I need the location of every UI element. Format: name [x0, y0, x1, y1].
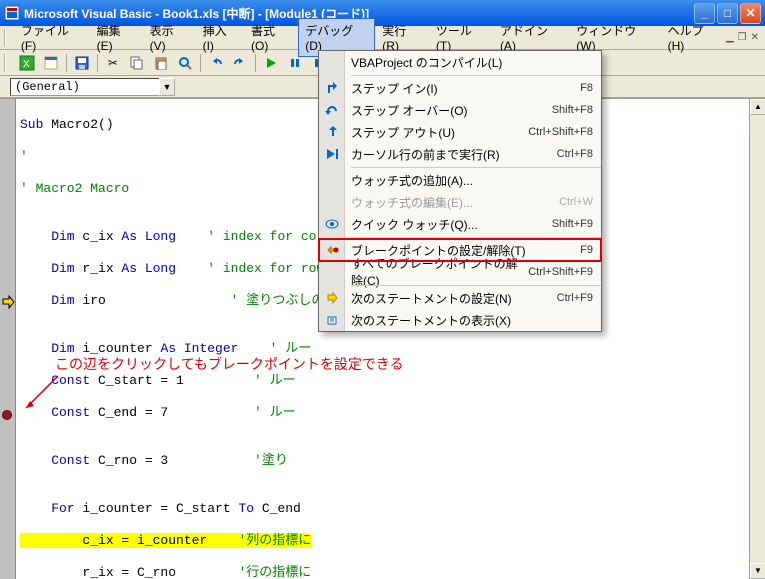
mdi-close-button[interactable]: ✕ — [751, 32, 759, 43]
run-button[interactable] — [260, 52, 282, 74]
menu-add-watch[interactable]: ウォッチ式の追加(A)... — [319, 169, 601, 191]
annotation-arrow-icon — [20, 374, 62, 414]
svg-text:X: X — [23, 59, 30, 70]
menu-run-to-cursor[interactable]: カーソル行の前まで実行(R)Ctrl+F8 — [319, 143, 601, 165]
menu-set-next[interactable]: 次のステートメントの設定(N)Ctrl+F9 — [319, 287, 601, 309]
quick-watch-icon — [325, 217, 339, 231]
menu-help[interactable]: ヘルプ(H) — [661, 18, 726, 57]
code-gutter[interactable] — [0, 99, 16, 579]
breakpoint-toggle-icon — [325, 243, 339, 257]
set-next-icon — [326, 292, 338, 304]
menu-quick-watch[interactable]: クイック ウォッチ(Q)...Shift+F9 — [319, 213, 601, 235]
debug-menu-popup: VBAProject のコンパイル(L) ステップ イン(I)F8 ステップ オ… — [318, 50, 602, 332]
find-button[interactable] — [174, 52, 196, 74]
save-button[interactable] — [71, 52, 93, 74]
current-line-arrow-icon — [1, 295, 15, 309]
menu-step-out[interactable]: ステップ アウト(U)Ctrl+Shift+F8 — [319, 121, 601, 143]
mdi-minimize-button[interactable]: ▁ — [726, 32, 734, 43]
break-button[interactable] — [284, 52, 306, 74]
grip-handle[interactable] — [4, 54, 10, 72]
undo-button[interactable] — [205, 52, 227, 74]
dropdown-arrow-icon[interactable]: ▼ — [159, 78, 175, 96]
menu-clear-breakpoints[interactable]: すべてのブレークポイントの解除(C)Ctrl+Shift+F9 — [319, 261, 601, 283]
cut-button[interactable]: ✂ — [102, 52, 124, 74]
close-button[interactable]: ✕ — [740, 3, 761, 24]
menu-compile[interactable]: VBAProject のコンパイル(L) — [319, 51, 601, 73]
object-dropdown[interactable]: (General) — [10, 78, 160, 96]
paste-button[interactable] — [150, 52, 172, 74]
insert-module-button[interactable] — [40, 52, 62, 74]
grip-handle[interactable] — [4, 29, 10, 47]
redo-button[interactable] — [229, 52, 251, 74]
run-to-cursor-icon — [325, 147, 339, 161]
mdi-restore-button[interactable]: ❐ — [738, 32, 747, 43]
menu-bar: ファイル(F) 編集(E) 表示(V) 挿入(I) 書式(O) デバッグ(D) … — [0, 26, 765, 50]
menu-step-into[interactable]: ステップ イン(I)F8 — [319, 77, 601, 99]
view-excel-button[interactable]: X — [16, 52, 38, 74]
menu-show-next[interactable]: 次のステートメントの表示(X) — [319, 309, 601, 331]
annotation-text: この辺をクリックしてもブレークポイントを設定できる — [55, 354, 404, 374]
step-over-icon — [325, 103, 339, 117]
show-next-icon — [326, 314, 338, 326]
scroll-up-button[interactable]: ▲ — [750, 99, 765, 115]
menu-edit-watch: ウォッチ式の編集(E)...Ctrl+W — [319, 191, 601, 213]
step-out-icon — [325, 125, 339, 139]
breakpoint-icon[interactable] — [2, 410, 12, 420]
menu-step-over[interactable]: ステップ オーバー(O)Shift+F8 — [319, 99, 601, 121]
vertical-scrollbar[interactable]: ▲ ▼ — [749, 99, 765, 579]
copy-button[interactable] — [126, 52, 148, 74]
step-into-icon — [325, 81, 339, 95]
